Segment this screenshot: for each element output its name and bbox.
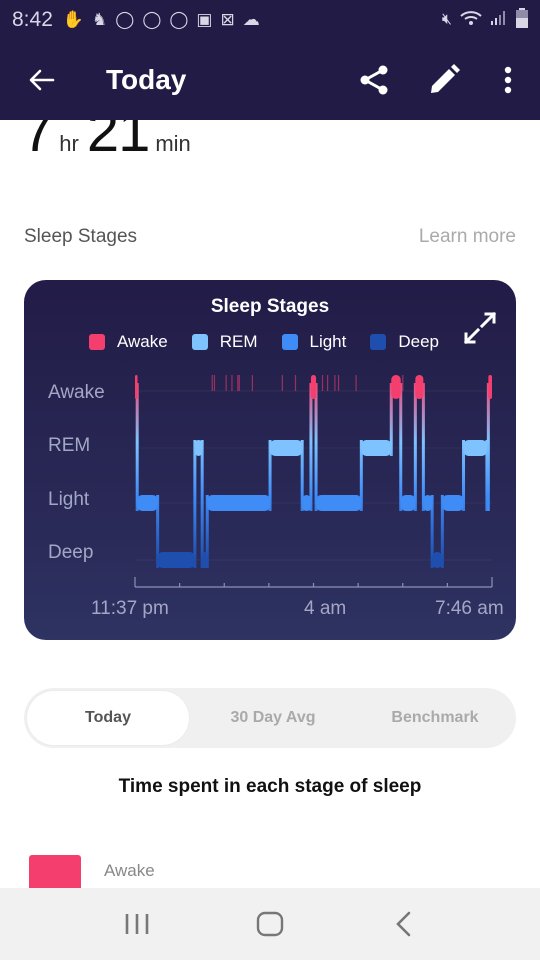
x-label-end: 7:46 am (435, 598, 504, 619)
stage-transition (399, 383, 403, 511)
edit-button[interactable] (422, 58, 466, 102)
signal-icon (490, 10, 508, 31)
cloud-icon: ☁ (242, 10, 260, 29)
stage-bar-light (207, 495, 271, 511)
stage-bar-rem (194, 440, 203, 456)
breakdown-title: Time spent in each stage of sleep (118, 776, 422, 797)
stage-bar-light (400, 495, 416, 511)
stage-bar-deep (432, 552, 443, 568)
battery-icon (516, 7, 528, 33)
stage-bar-deep (157, 552, 195, 568)
comparison-tabs: Today 30 Day Avg Benchmark (24, 688, 516, 748)
stage-bar-awake (488, 375, 492, 399)
brief-awakening-mark (337, 375, 340, 391)
home-icon (256, 911, 284, 937)
share-icon (360, 65, 388, 95)
tab-benchmark[interactable]: Benchmark (354, 688, 516, 748)
brief-awakening-mark (231, 375, 233, 391)
stage-transition (314, 383, 318, 511)
section-header: Sleep Stages Learn more (24, 226, 516, 248)
app-bar: Today (0, 40, 540, 120)
stage-bar-awake (415, 375, 424, 399)
stage-bar-light (137, 495, 158, 511)
sim-error-icon: ⊠ (220, 10, 235, 29)
learn-more-link[interactable]: Learn more (419, 226, 516, 248)
recent-apps-icon (125, 914, 148, 934)
brief-awakening-mark (334, 375, 336, 391)
edit-icon (431, 64, 460, 93)
stage-transition (486, 383, 490, 511)
stage-transition (421, 383, 425, 511)
stage-bar-light (442, 495, 464, 511)
stage-bar-rem (361, 440, 392, 456)
stage-transition (193, 440, 197, 568)
stage-bar-rem (463, 440, 487, 456)
status-bar: 8:42 ✋ ♞ ◯ ◯ ◯ ▣ ⊠ ☁ 🔇︎ (0, 0, 540, 40)
brief-awakening-mark (251, 375, 254, 391)
brief-awakening-mark (225, 375, 227, 391)
nav-back-icon (396, 911, 411, 937)
duration-hours-unit: hr (59, 131, 79, 156)
wifi-icon (460, 10, 482, 31)
stage-bar-light (302, 495, 311, 511)
x-label-start: 11:37 pm (91, 598, 169, 619)
tab-30-day-avg[interactable]: 30 Day Avg (192, 688, 354, 748)
brief-awakening-mark (237, 375, 239, 391)
tab-today[interactable]: Today (27, 691, 189, 745)
stage-bar-awake (135, 375, 138, 399)
hand-icon: ✋ (62, 10, 85, 29)
stage-bar-light (486, 495, 490, 511)
x-label-mid: 4 am (304, 598, 347, 619)
ring-icon: ◯ (115, 10, 135, 29)
stage-bar-awake (310, 375, 317, 399)
sleep-stages-card[interactable]: Sleep Stages Awake REM Light Deep Awake … (24, 280, 516, 640)
more-vert-icon (504, 66, 512, 94)
status-time: 8:42 (12, 8, 53, 31)
page-title: Today (106, 64, 187, 95)
system-nav-bar (0, 888, 540, 960)
brief-awakening-mark (402, 375, 404, 391)
more-options-button[interactable] (486, 58, 530, 102)
stage-bar-deep (202, 552, 208, 568)
hypnogram-chart (134, 375, 493, 588)
brief-awakening-mark (321, 375, 324, 391)
brief-awakening-mark (355, 375, 357, 391)
brief-awakening-mark (238, 375, 240, 391)
stage-transition (309, 383, 313, 511)
image-icon: ▣ (196, 10, 213, 29)
stage-transition (200, 440, 204, 568)
stage-transition (135, 383, 139, 511)
stage-bar-rem (270, 440, 303, 456)
brief-awakening-mark (294, 375, 297, 391)
brief-awakening-mark (327, 375, 329, 391)
home-button[interactable] (240, 899, 300, 949)
stage-bar-light (316, 495, 362, 511)
mute-icon: 🔇︎ (441, 11, 452, 28)
ring-icon: ◯ (169, 10, 189, 29)
duration-minutes-unit: min (155, 131, 191, 156)
brief-awakening-mark (281, 375, 283, 391)
section-title: Sleep Stages (24, 226, 138, 247)
arrow-left-icon (29, 69, 55, 91)
nav-back-button[interactable] (373, 899, 433, 949)
back-button[interactable] (22, 60, 62, 100)
brief-awakening-mark (211, 375, 213, 391)
ghost-app-icon: ♞ (92, 10, 108, 29)
ring-icon: ◯ (142, 10, 162, 29)
recent-apps-button[interactable] (107, 899, 167, 949)
stage-transition (413, 383, 417, 511)
stage-bar-awake (391, 375, 401, 399)
brief-awakening-mark (213, 375, 216, 391)
stage-bar-light (423, 495, 433, 511)
share-button[interactable] (352, 58, 396, 102)
